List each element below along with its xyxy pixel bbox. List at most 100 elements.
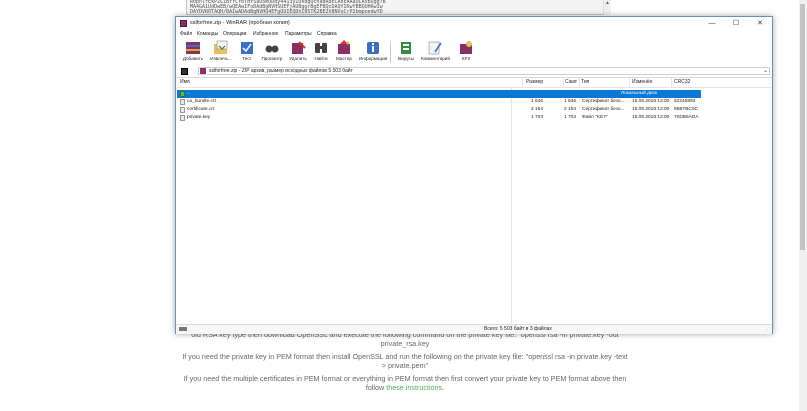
winrar-app-icon xyxy=(180,20,187,27)
maximize-button[interactable]: ☐ xyxy=(724,17,748,30)
instruction-multi-line-1: If you need the multiple certificates in… xyxy=(183,374,627,383)
list-item[interactable]: private.key 1 703 1 703 Файл "KEY" 15.05… xyxy=(177,114,771,122)
file-packed: 1 703 xyxy=(564,115,577,120)
file-modified: 15.05.2018 13:00 xyxy=(632,107,670,112)
parent-folder-icon xyxy=(180,91,185,97)
panel-divider xyxy=(511,88,512,325)
file-type: Сертификат безо... xyxy=(582,99,625,104)
instruction-multi-line-2: follow these instructions. xyxy=(180,383,630,392)
wizard-label: Мастер xyxy=(336,56,352,61)
column-divider[interactable] xyxy=(629,78,630,87)
certificate-file-icon xyxy=(180,99,185,105)
page-scrollbar-thumb[interactable] xyxy=(800,4,805,250)
sfx-button[interactable]: SFX xyxy=(452,40,480,65)
comment-button[interactable]: Комментарий xyxy=(421,40,450,65)
col-packed[interactable]: Сжат xyxy=(565,79,577,85)
info-button[interactable]: Информация xyxy=(359,40,387,65)
title-bar[interactable]: sslforfree.zip - WinRAR (пробная копия) … xyxy=(176,17,772,30)
these-instructions-link[interactable]: these instructions xyxy=(386,383,442,392)
find-icon xyxy=(315,43,327,53)
file-name: ca_bundle.crt xyxy=(187,99,216,104)
file-list[interactable]: .. Локальный диск ca_bundle.crt 1 646 1 … xyxy=(177,88,771,325)
add-label: Добавить xyxy=(182,56,204,61)
column-divider[interactable] xyxy=(579,78,580,87)
file-size: 2 154 xyxy=(531,107,544,112)
menu-bar: Файл Команды Операции Избранное Параметр… xyxy=(176,30,772,39)
archive-icon xyxy=(200,68,206,74)
file-crc32: 70DB5ADA xyxy=(674,115,699,120)
up-folder-icon[interactable] xyxy=(181,68,188,75)
menu-commands[interactable]: Команды xyxy=(197,31,218,37)
menu-file[interactable]: Файл xyxy=(180,31,192,37)
col-crc32[interactable]: CRC32 xyxy=(674,79,690,85)
list-item[interactable]: ca_bundle.crt 1 646 1 646 Сертификат без… xyxy=(177,98,771,106)
code-scrollbar[interactable]: ▲ xyxy=(603,0,611,15)
code-textarea[interactable]: R0pnlrEkP2L1BYrCrbTHYSaU5mODdy4413yZOkdg… xyxy=(186,0,610,15)
page-scrollbar[interactable] xyxy=(799,0,807,411)
code-line: DAYDVR0TAQH/BAIwADAdBgNVHQ4EFgQUIEQDhI85… xyxy=(190,9,383,15)
column-divider[interactable] xyxy=(522,78,523,87)
col-size[interactable]: Размер xyxy=(526,79,543,85)
view-label: Просмотр xyxy=(261,56,283,61)
menu-help[interactable]: Справка xyxy=(317,31,337,37)
extract-to-icon xyxy=(214,40,228,54)
view-button[interactable]: Просмотр xyxy=(258,40,286,65)
file-packed: 1 646 xyxy=(564,99,577,104)
col-type[interactable]: Тип xyxy=(581,79,589,85)
drive-icon[interactable] xyxy=(179,327,187,331)
key-file-icon xyxy=(180,115,185,121)
test-label: Тест xyxy=(242,56,252,61)
wizard-icon xyxy=(338,40,350,54)
menu-options[interactable]: Параметры xyxy=(285,31,312,37)
add-archive-icon xyxy=(186,42,200,54)
chevron-down-icon[interactable]: ⌄ xyxy=(763,67,768,74)
sfx-label: SFX xyxy=(461,56,471,61)
window-title: sslforfree.zip - WinRAR (пробная копия) xyxy=(190,20,290,26)
view-icon xyxy=(265,45,279,53)
status-text: Всего: 5 503 байт в 3 файлах xyxy=(484,326,552,332)
file-packed: 2 154 xyxy=(564,107,577,112)
menu-operations[interactable]: Операции xyxy=(223,31,246,37)
col-name[interactable]: Имя xyxy=(180,79,190,85)
test-icon xyxy=(241,42,253,54)
toolbar: Добавить Извлечь... Тест Просмотр Удалит… xyxy=(176,39,772,67)
column-header: Имя Размер Сжат Тип Изменён CRC32 xyxy=(177,78,771,88)
virus-scan-label: Вирусы xyxy=(398,56,414,61)
menu-favorites[interactable]: Избранное xyxy=(253,31,278,37)
status-bar: Всего: 5 503 байт в 3 файлах ⋰ xyxy=(176,324,772,334)
file-modified: 15.05.2018 13:00 xyxy=(632,99,670,104)
wizard-button[interactable]: Мастер xyxy=(330,40,358,65)
comment-label: Комментарий xyxy=(421,56,450,61)
address-bar: sslforfree.zip - ZIP архив, размер исход… xyxy=(176,66,772,78)
col-modified[interactable]: Изменён xyxy=(632,79,652,85)
list-item-parent-dir[interactable]: .. Локальный диск xyxy=(177,90,701,98)
instruction-pem: If you need the private key in PEM forma… xyxy=(180,352,630,370)
virus-scan-button[interactable]: Вирусы xyxy=(392,40,420,65)
file-crc32: 52246893 xyxy=(674,99,696,104)
file-size: 1 703 xyxy=(531,115,544,120)
instruction-rsa-line-2: private_rsa.key xyxy=(380,339,430,348)
column-divider[interactable] xyxy=(563,78,564,87)
extract-button[interactable]: Извлечь... xyxy=(207,40,235,65)
add-button[interactable]: Добавить xyxy=(179,40,207,65)
file-name: certificate.crt xyxy=(187,107,215,112)
file-size: 1 646 xyxy=(531,99,544,104)
info-icon xyxy=(367,42,379,54)
toolbar-separator xyxy=(390,42,391,63)
test-button[interactable]: Тест xyxy=(233,40,261,65)
address-field[interactable]: sslforfree.zip - ZIP архив, размер исход… xyxy=(198,67,770,75)
file-name: .. xyxy=(187,91,190,96)
close-button[interactable]: ✕ xyxy=(748,17,772,30)
file-crc32: 85B7BC0C xyxy=(674,107,698,112)
delete-icon xyxy=(292,41,306,54)
file-type: Файл "KEY" xyxy=(582,115,609,120)
sfx-icon xyxy=(460,41,472,54)
instruction-pem-line-1: If you need the private key in PEM forma… xyxy=(182,352,628,361)
instruction-multi: If you need the multiple certificates in… xyxy=(180,374,630,392)
certificate-file-icon xyxy=(180,107,185,113)
list-item[interactable]: certificate.crt 2 154 2 154 Сертификат б… xyxy=(177,106,771,114)
resize-grip-icon[interactable]: ⋰ xyxy=(765,327,770,333)
minimize-button[interactable]: — xyxy=(700,17,724,30)
column-divider[interactable] xyxy=(671,78,672,87)
winrar-window: sslforfree.zip - WinRAR (пробная копия) … xyxy=(175,16,773,334)
